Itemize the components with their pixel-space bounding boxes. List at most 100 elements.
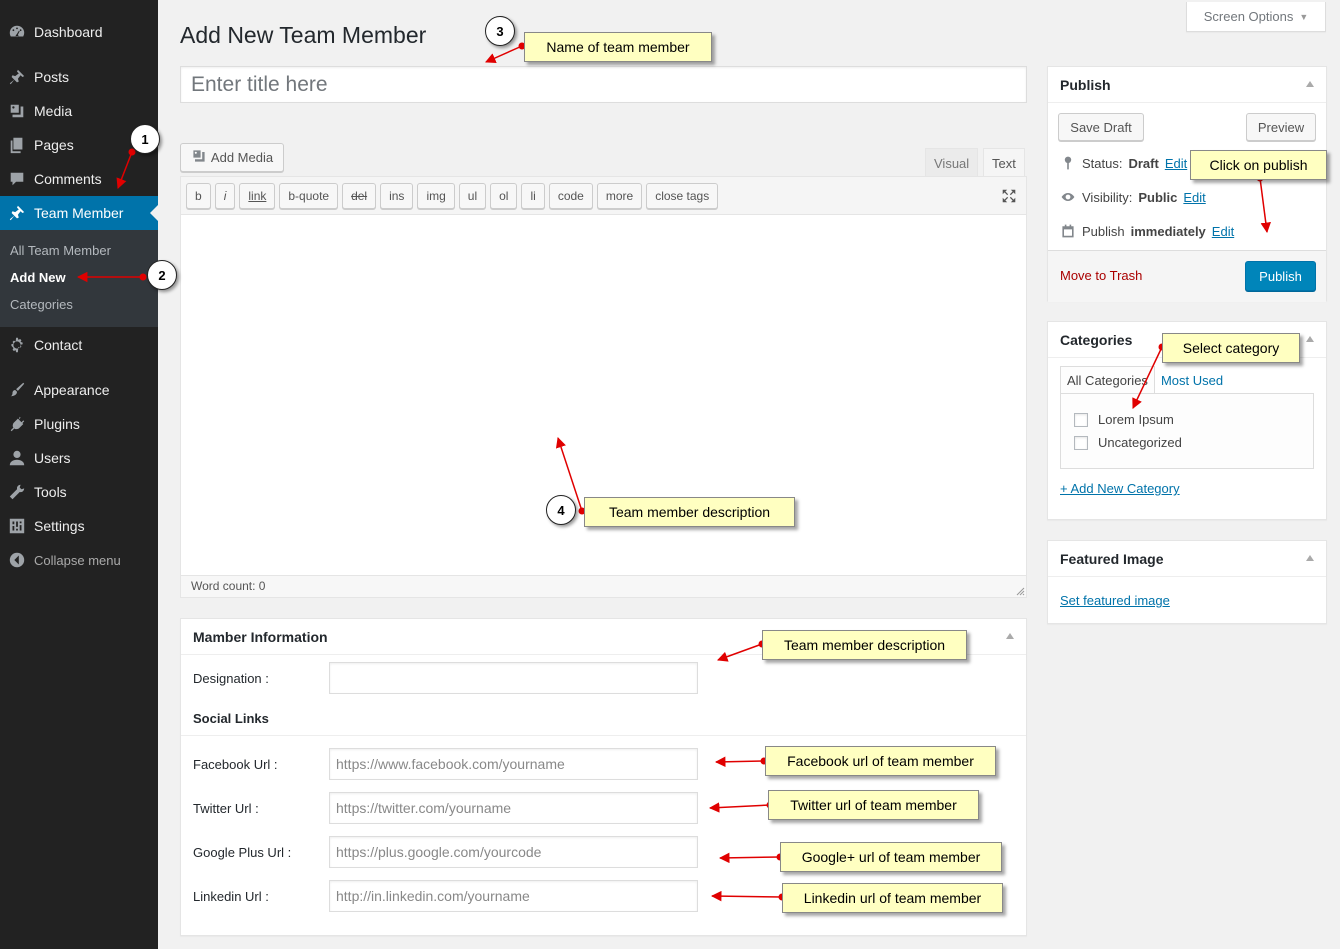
qt-li-button[interactable]: li: [521, 183, 545, 209]
add-media-label: Add Media: [210, 150, 274, 165]
callout-google-plus-url: Google+ url of team member: [780, 842, 1002, 872]
step-number-badge: 2: [147, 260, 177, 290]
callout-name-of-team-member: Name of team member: [524, 32, 712, 62]
sidebar-item-label: Users: [34, 450, 71, 466]
sidebar-item-appearance[interactable]: Appearance: [0, 373, 158, 407]
twitter-url-field[interactable]: [329, 792, 698, 824]
publish-button[interactable]: Publish: [1245, 261, 1316, 291]
featured-image-title: Featured Image: [1048, 541, 1326, 577]
screen-options-button[interactable]: Screen Options ▼: [1186, 2, 1326, 32]
featured-image-box: Featured Image Set featured image: [1047, 540, 1327, 624]
sidebar-item-label: Comments: [34, 171, 102, 187]
category-checkbox[interactable]: [1074, 435, 1088, 450]
qt-close-tags-button[interactable]: close tags: [646, 183, 719, 209]
sidebar-item-media[interactable]: Media: [0, 94, 158, 128]
submenu-categories[interactable]: Categories: [0, 294, 158, 321]
category-label: Lorem Ipsum: [1098, 412, 1174, 427]
sidebar-item-contact[interactable]: Contact: [0, 328, 158, 362]
step-number-badge: 3: [485, 16, 515, 46]
sidebar-item-label: Contact: [34, 337, 83, 353]
qt-link-button[interactable]: link: [239, 183, 276, 209]
edit-status-link[interactable]: Edit: [1165, 156, 1187, 171]
status-row: Status: Draft Edit: [1060, 155, 1187, 171]
collapse-icon: [0, 551, 34, 569]
google-plus-url-field[interactable]: [329, 836, 698, 868]
callout-facebook-url: Facebook url of team member: [765, 746, 996, 776]
qt-img-button[interactable]: img: [417, 183, 455, 209]
move-to-trash-link[interactable]: Move to Trash: [1060, 268, 1142, 283]
linkedin-label: Linkedin Url :: [193, 888, 269, 904]
collapse-toggle-icon[interactable]: [1306, 555, 1314, 561]
category-item: Uncategorized: [1074, 435, 1182, 450]
sidebar-item-posts[interactable]: Posts: [0, 60, 158, 94]
submenu-all-team-member[interactable]: All Team Member: [0, 240, 158, 267]
facebook-row: Facebook Url :: [193, 748, 698, 780]
tab-visual[interactable]: Visual: [925, 148, 979, 177]
add-new-category-link[interactable]: + Add New Category: [1060, 481, 1180, 496]
step-number-badge: 1: [130, 124, 160, 154]
set-featured-image-link[interactable]: Set featured image: [1060, 593, 1170, 608]
sidebar-item-comments[interactable]: Comments: [0, 162, 158, 196]
save-draft-button[interactable]: Save Draft: [1058, 113, 1144, 141]
fullscreen-icon[interactable]: [1000, 187, 1018, 205]
submenu-add-new[interactable]: Add New: [0, 267, 158, 294]
tab-all-categories[interactable]: All Categories: [1060, 366, 1155, 394]
category-checklist: Lorem Ipsum Uncategorized: [1060, 393, 1314, 469]
tab-most-used[interactable]: Most Used: [1155, 366, 1229, 394]
collapse-toggle-icon[interactable]: [1306, 336, 1314, 342]
word-count: Word count: 0: [191, 579, 266, 593]
category-checkbox[interactable]: [1074, 412, 1088, 427]
content-editor: b i link b-quote del ins img ul ol li co…: [180, 176, 1027, 598]
publish-date-row: Publish immediately Edit: [1060, 223, 1234, 239]
team-member-submenu: All Team Member Add New Categories: [0, 230, 158, 327]
qt-bold-button[interactable]: b: [186, 183, 211, 209]
screen-options-label: Screen Options: [1203, 9, 1294, 24]
status-label: Status:: [1082, 155, 1123, 171]
edit-visibility-link[interactable]: Edit: [1183, 190, 1205, 205]
sidebar-item-plugins[interactable]: Plugins: [0, 407, 158, 441]
qt-italic-button[interactable]: i: [214, 183, 236, 209]
social-links-heading: Social Links: [193, 711, 269, 726]
pin-icon: [0, 68, 34, 86]
tab-text[interactable]: Text: [983, 148, 1025, 177]
sidebar-item-label: Tools: [34, 484, 67, 500]
sidebar-item-dashboard[interactable]: Dashboard: [0, 15, 158, 49]
visibility-label: Visibility:: [1082, 189, 1133, 205]
comment-icon: [0, 170, 34, 188]
sidebar-item-users[interactable]: Users: [0, 441, 158, 475]
add-media-button[interactable]: Add Media: [180, 143, 284, 172]
collapse-label: Collapse menu: [34, 552, 121, 568]
callout-select-category: Select category: [1162, 333, 1300, 363]
designation-row: Designation :: [193, 662, 698, 694]
qt-del-button[interactable]: del: [342, 183, 377, 209]
title-input[interactable]: Enter title here: [180, 66, 1027, 103]
divider: [181, 735, 1026, 736]
linkedin-url-field[interactable]: [329, 880, 698, 912]
qt-more-button[interactable]: more: [596, 183, 643, 209]
designation-field[interactable]: [329, 662, 698, 694]
sidebar-item-label: Appearance: [34, 382, 110, 398]
sidebar-item-team-member[interactable]: Team Member: [0, 196, 158, 230]
collapse-menu-button[interactable]: Collapse menu: [0, 543, 158, 577]
sidebar-item-settings[interactable]: Settings: [0, 509, 158, 543]
collapse-toggle-icon[interactable]: [1006, 633, 1014, 639]
qt-ins-button[interactable]: ins: [380, 183, 414, 209]
preview-button[interactable]: Preview: [1246, 113, 1316, 141]
qt-blockquote-button[interactable]: b-quote: [279, 183, 339, 209]
publish-label: Publish: [1082, 223, 1125, 239]
sidebar-item-tools[interactable]: Tools: [0, 475, 158, 509]
qt-ul-button[interactable]: ul: [458, 183, 487, 209]
facebook-url-field[interactable]: [329, 748, 698, 780]
qt-code-button[interactable]: code: [548, 183, 593, 209]
collapse-toggle-icon[interactable]: [1306, 81, 1314, 87]
eye-icon: [1061, 193, 1075, 201]
pin-icon: [0, 204, 34, 222]
plug-icon: [0, 415, 34, 433]
media-icon: [0, 102, 34, 120]
callout-twitter-url: Twitter url of team member: [768, 790, 979, 820]
edit-publish-date-link[interactable]: Edit: [1212, 224, 1234, 239]
qt-ol-button[interactable]: ol: [490, 183, 518, 209]
callout-team-member-description: Team member description: [584, 497, 795, 527]
resize-handle-icon[interactable]: [1015, 586, 1025, 596]
dashboard-icon: [0, 23, 34, 41]
